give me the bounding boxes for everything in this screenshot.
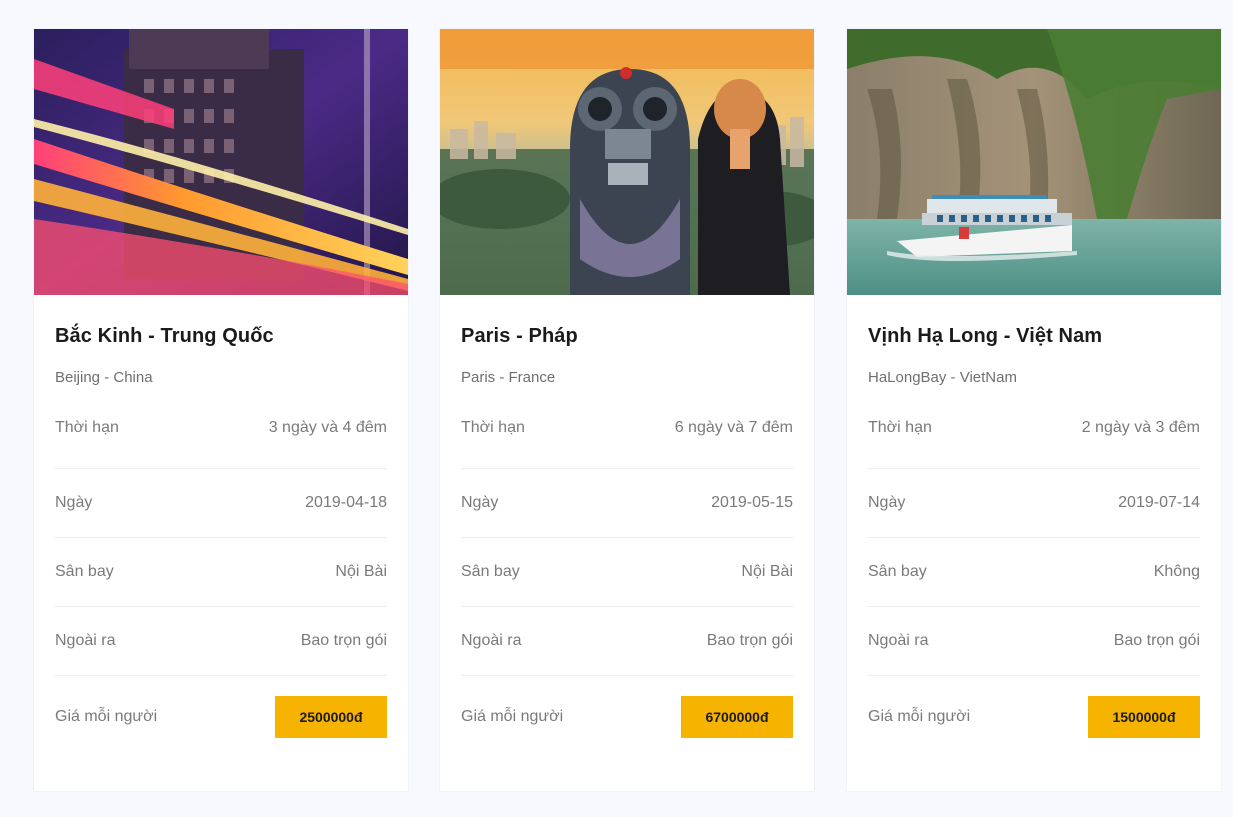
airport-value: Nội Bài [741, 563, 793, 580]
price-label: Giá mỗi người [461, 708, 564, 725]
tour-title[interactable]: Bắc Kinh - Trung Quốc [55, 295, 387, 348]
date-row: Ngày 2019-04-18 [55, 469, 387, 538]
paris-photo[interactable] [440, 29, 814, 295]
airport-label: Sân bay [55, 563, 114, 580]
date-row: Ngày 2019-07-14 [868, 469, 1200, 538]
tour-subtitle: HaLongBay - VietNam [868, 369, 1017, 386]
tour-details: Thời hạn 6 ngày và 7 đêm Ngày 2019-05-15… [461, 419, 793, 676]
extras-value: Bao trọn gói [1113, 632, 1200, 649]
tour-details: Thời hạn 3 ngày và 4 đêm Ngày 2019-04-18… [55, 419, 387, 676]
airport-row: Sân bay Nội Bài [55, 538, 387, 607]
duration-row: Thời hạn 3 ngày và 4 đêm [55, 419, 387, 469]
date-label: Ngày [868, 494, 906, 511]
price-button[interactable]: 6700000đ [681, 696, 793, 738]
duration-value: 2 ngày và 3 đêm [1081, 419, 1200, 436]
halong-photo[interactable] [847, 29, 1221, 295]
extras-value: Bao trọn gói [300, 632, 387, 649]
date-label: Ngày [55, 494, 93, 511]
extras-row: Ngoài ra Bao trọn gói [55, 607, 387, 676]
airport-label: Sân bay [461, 563, 520, 580]
tour-subtitle: Beijing - China [55, 369, 153, 386]
price-row: Giá mỗi người 6700000đ [461, 676, 793, 758]
duration-row: Thời hạn 6 ngày và 7 đêm [461, 419, 793, 469]
duration-row: Thời hạn 2 ngày và 3 đêm [868, 419, 1200, 469]
extras-label: Ngoài ra [461, 632, 522, 649]
extras-row: Ngoài ra Bao trọn gói [868, 607, 1200, 676]
tour-details: Thời hạn 2 ngày và 3 đêm Ngày 2019-07-14… [868, 419, 1200, 676]
airport-value: Không [1153, 563, 1200, 580]
duration-label: Thời hạn [868, 419, 932, 436]
tour-title[interactable]: Paris - Pháp [461, 295, 793, 348]
duration-value: 3 ngày và 4 đêm [268, 419, 387, 436]
airport-value: Nội Bài [335, 563, 387, 580]
price-button[interactable]: 1500000đ [1088, 696, 1200, 738]
tour-subtitle: Paris - France [461, 369, 556, 386]
date-label: Ngày [461, 494, 499, 511]
date-value: 2019-07-14 [1118, 494, 1200, 511]
extras-value: Bao trọn gói [706, 632, 793, 649]
extras-row: Ngoài ra Bao trọn gói [461, 607, 793, 676]
airport-row: Sân bay Không [868, 538, 1200, 607]
tour-card[interactable]: Paris - Pháp Paris - France Thời hạn 6 n… [440, 29, 814, 791]
date-value: 2019-04-18 [305, 494, 387, 511]
date-value: 2019-05-15 [711, 494, 793, 511]
duration-label: Thời hạn [55, 419, 119, 436]
price-row: Giá mỗi người 2500000đ [55, 676, 387, 758]
airport-row: Sân bay Nội Bài [461, 538, 793, 607]
tour-card[interactable]: Bắc Kinh - Trung Quốc Beijing - China Th… [34, 29, 408, 791]
duration-label: Thời hạn [461, 419, 525, 436]
extras-label: Ngoài ra [55, 632, 116, 649]
price-label: Giá mỗi người [868, 708, 971, 725]
price-button[interactable]: 2500000đ [275, 696, 387, 738]
price-label: Giá mỗi người [55, 708, 158, 725]
tour-card[interactable]: Vịnh Hạ Long - Việt Nam HaLongBay - Viet… [847, 29, 1221, 791]
tour-list: Bắc Kinh - Trung Quốc Beijing - China Th… [9, 8, 1233, 817]
beijing-photo[interactable] [34, 29, 408, 295]
extras-label: Ngoài ra [868, 632, 929, 649]
date-row: Ngày 2019-05-15 [461, 469, 793, 538]
airport-label: Sân bay [868, 563, 927, 580]
price-row: Giá mỗi người 1500000đ [868, 676, 1200, 758]
tour-title[interactable]: Vịnh Hạ Long - Việt Nam [868, 295, 1200, 348]
duration-value: 6 ngày và 7 đêm [674, 419, 793, 436]
